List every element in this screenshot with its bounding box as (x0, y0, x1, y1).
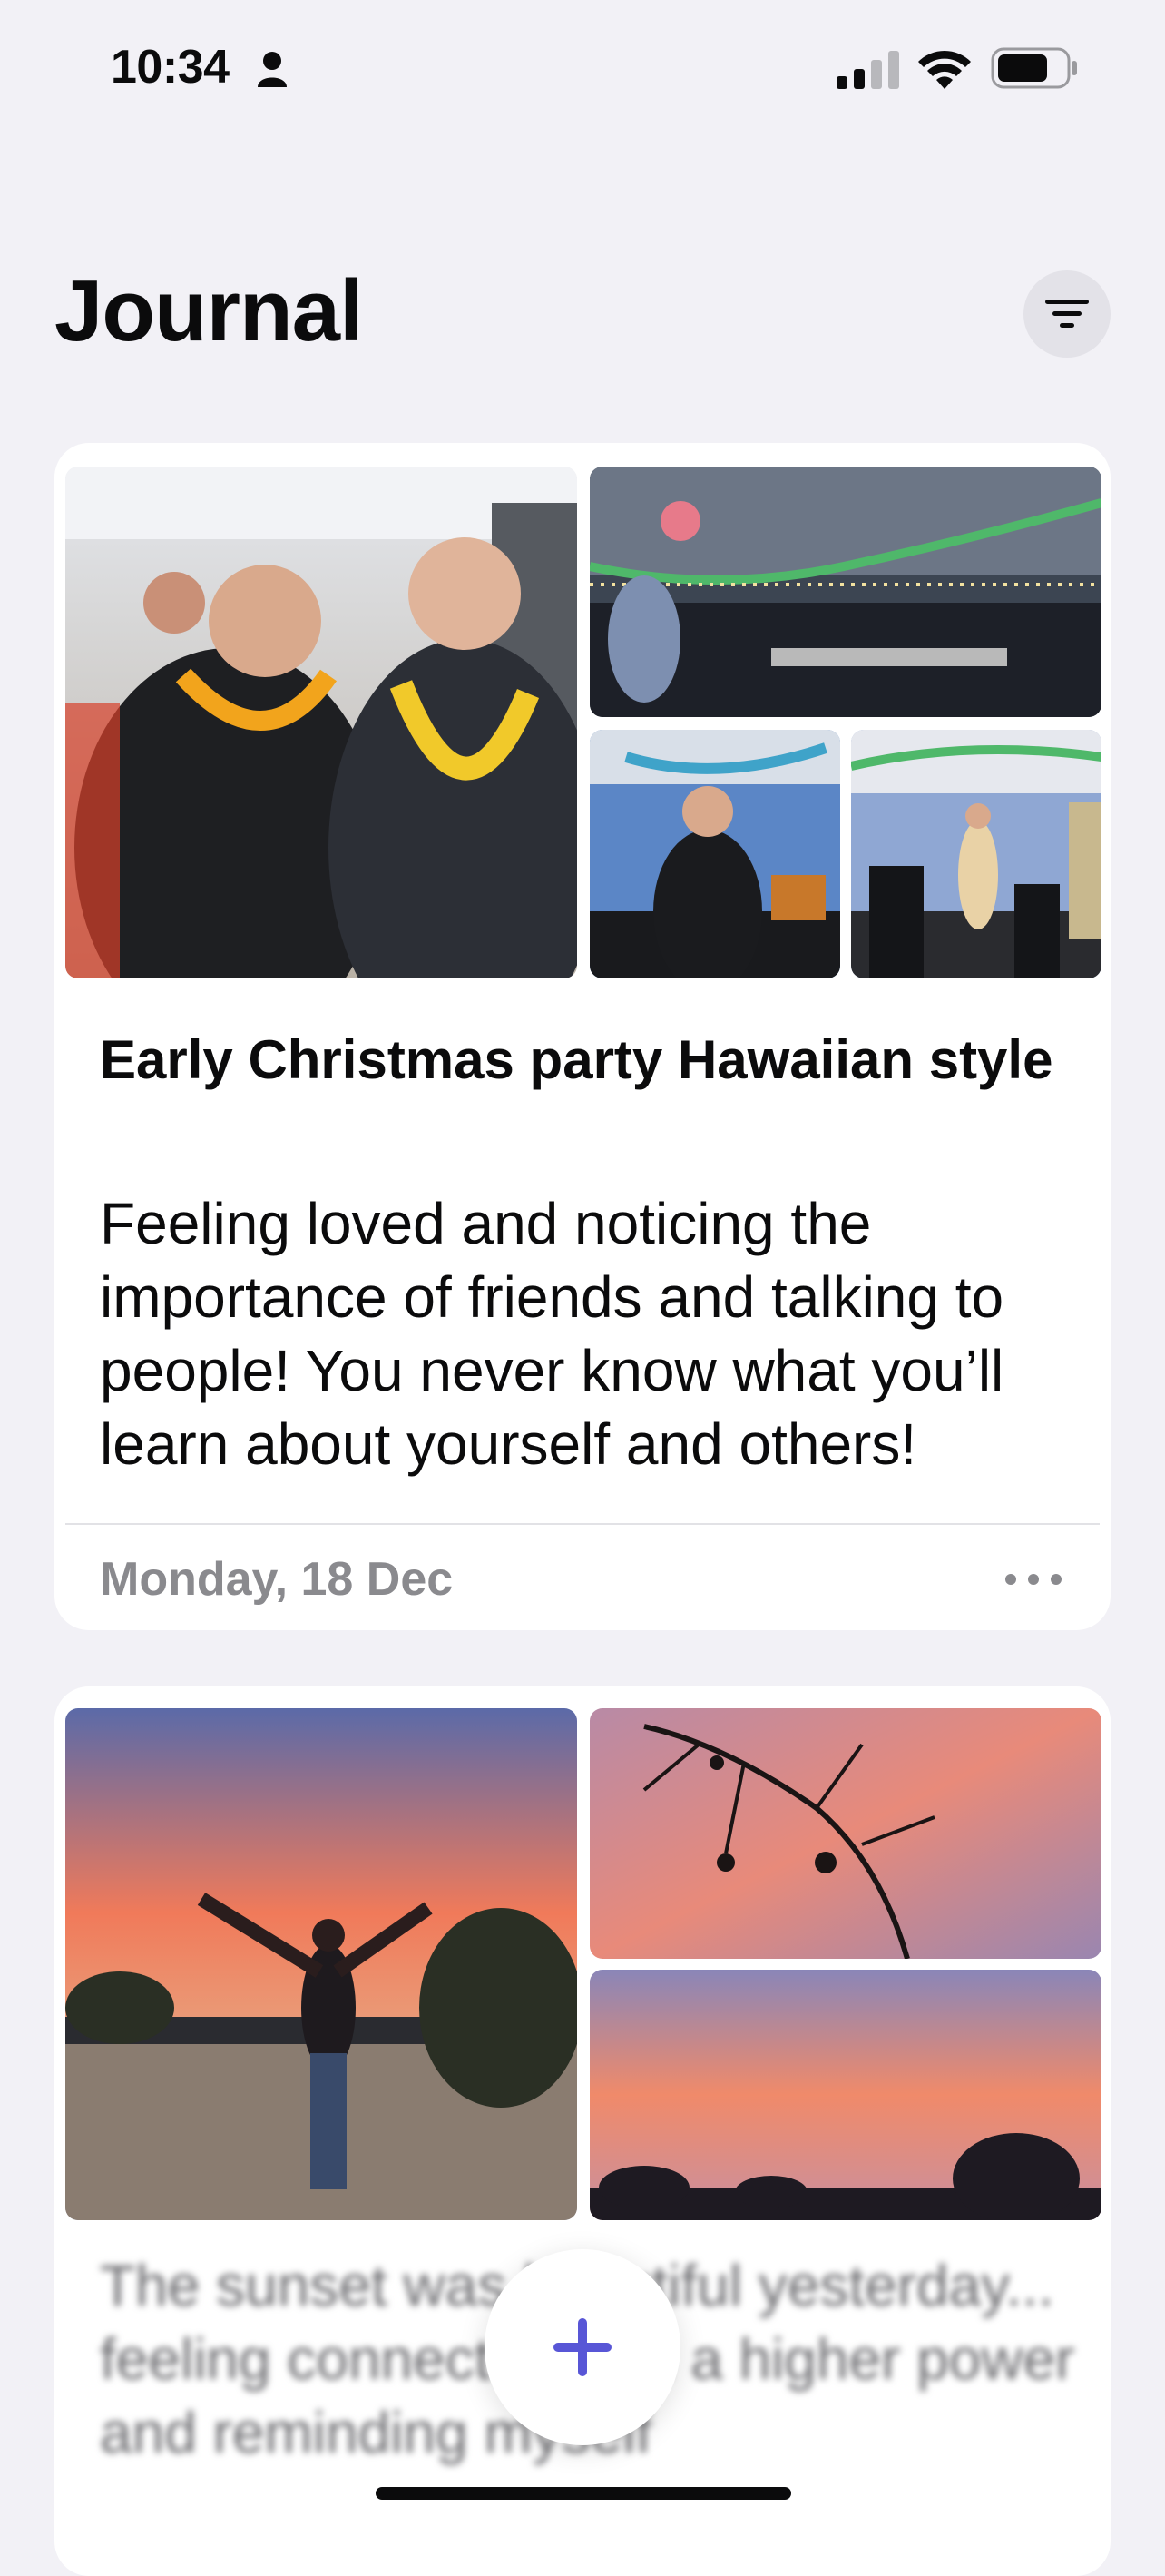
party-room-photo[interactable] (590, 467, 1101, 717)
page-title: Journal (54, 262, 364, 359)
divider (65, 1523, 1100, 1525)
signal-icon (837, 51, 899, 89)
home-indicator[interactable] (376, 2487, 791, 2500)
add-entry-button[interactable] (485, 2249, 680, 2445)
person-icon (258, 52, 287, 87)
filter-button[interactable] (1023, 270, 1111, 358)
plus-icon (553, 2318, 612, 2376)
party-speech-photo[interactable] (590, 730, 840, 978)
filter-lines-icon (1045, 300, 1089, 328)
ellipsis-icon[interactable] (1002, 1561, 1065, 1598)
status-time: 10:34 (111, 41, 230, 93)
sunset-branches-photo[interactable] (590, 1708, 1101, 1959)
sunset-person-photo[interactable] (65, 1708, 577, 2220)
party-selfie-photo[interactable] (65, 467, 577, 978)
entry-date: Monday, 18 Dec (100, 1553, 454, 1606)
battery-icon (991, 47, 1077, 89)
journal-entry-card[interactable]: Early Christmas party Hawaiian style Fee… (54, 443, 1111, 1630)
status-bar: 10:34 (0, 0, 1165, 136)
wifi-icon (918, 50, 971, 89)
sunset-trees-photo[interactable] (590, 1970, 1101, 2220)
entry-body: Feeling loved and noticing the importanc… (100, 1191, 1004, 1477)
entry-title: Early Christmas party Hawaiian style (100, 1029, 1053, 1090)
party-crowd-photo[interactable] (851, 730, 1101, 978)
